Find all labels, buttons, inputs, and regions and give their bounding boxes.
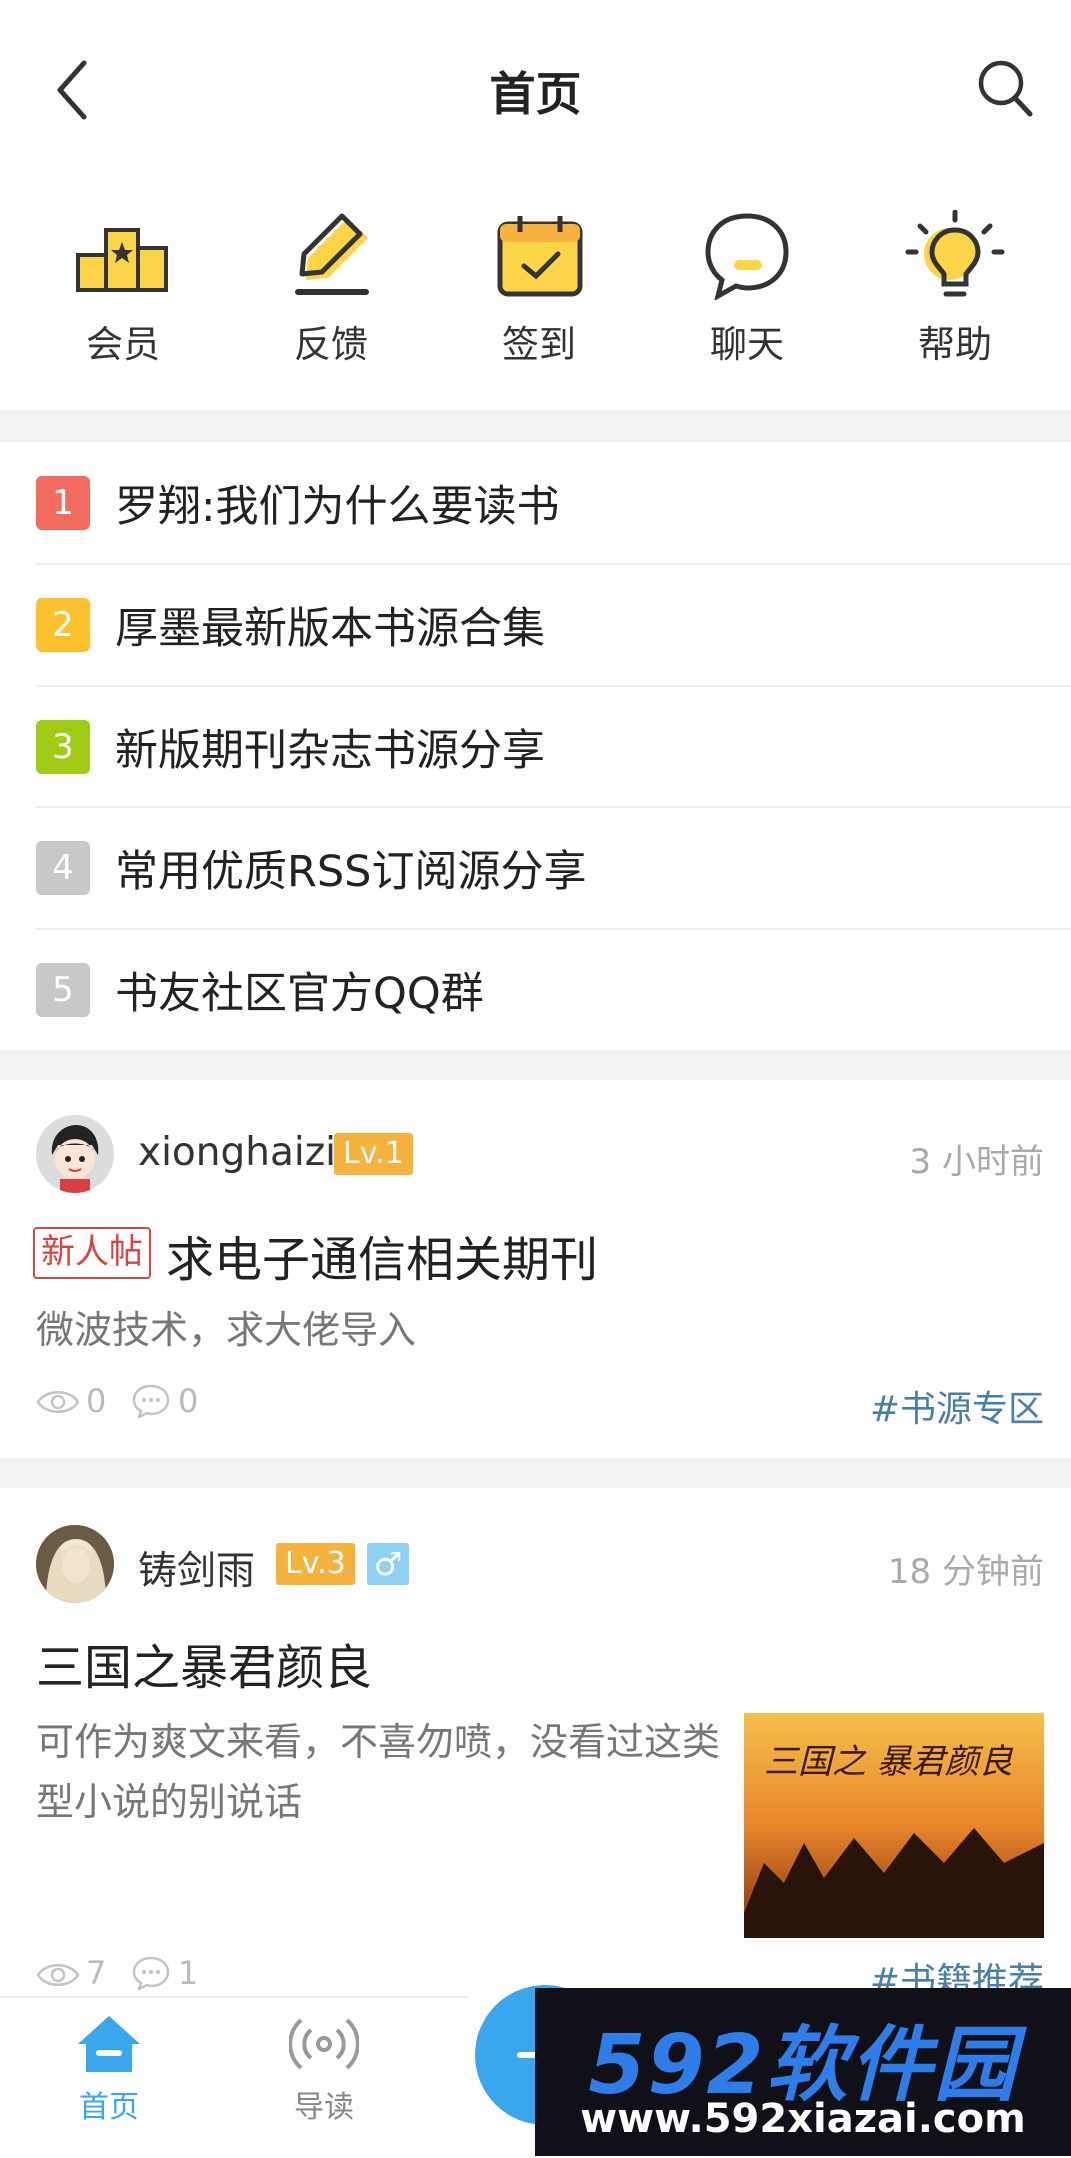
section-divider <box>0 410 1071 442</box>
level-badge: Lv.3 <box>276 1543 355 1585</box>
post-card[interactable]: 铸剑雨 Lv.3 ♂ 18 分钟前 三国之暴君颜良 可作为爽文来看，不喜勿喷，没… <box>0 1488 1071 2002</box>
broadcast-icon <box>288 2018 360 2070</box>
page-title: 首页 <box>489 67 582 121</box>
portrait-avatar-icon <box>36 1525 114 1603</box>
nav-guide[interactable]: 导读 <box>249 2012 399 2126</box>
quick-action-label: 反馈 <box>294 323 368 366</box>
username[interactable]: xionghaizi <box>138 1130 336 1175</box>
ranked-item-title: 新版期刊杂志书源分享 <box>115 726 545 776</box>
rank-badge-4: 4 <box>36 841 90 895</box>
eye-icon <box>36 1964 80 1986</box>
male-gender-icon: ♂ <box>367 1543 409 1585</box>
post-excerpt: 微波技术，求大佬导入 <box>36 1308 417 1352</box>
ranked-item-title: 厚墨最新版本书源合集 <box>115 604 545 654</box>
quick-action-feedback[interactable]: 反馈 <box>246 210 416 380</box>
comment-count: 0 <box>178 1382 199 1420</box>
quick-action-member[interactable]: 会员 <box>38 210 208 380</box>
ranked-item-title: 书友社区官方QQ群 <box>115 969 484 1019</box>
post-time: 18 分钟前 <box>887 1552 1044 1592</box>
ranked-item-5[interactable]: 5 书友社区官方QQ群 <box>0 929 1071 1050</box>
post-title[interactable]: 三国之暴君颜良 <box>36 1628 372 1698</box>
new-post-tag: 新人帖 <box>33 1227 151 1279</box>
nav-home[interactable]: 首页 <box>34 2012 184 2126</box>
quick-action-label: 会员 <box>86 323 160 366</box>
topic-link[interactable]: #书源专区 <box>740 1380 1044 1432</box>
post-title[interactable]: 求电子通信相关期刊 <box>166 1220 598 1290</box>
quick-action-chat[interactable]: 聊天 <box>662 210 832 380</box>
comment-icon <box>132 1384 170 1418</box>
view-count: 7 <box>86 1954 107 1992</box>
book-cover-title: 三国之 暴君颜良 <box>764 1742 1014 1782</box>
ranked-item-1[interactable]: 1 罗翔:我们为什么要读书 <box>0 442 1071 563</box>
ranked-item-2[interactable]: 2 厚墨最新版本书源合集 <box>0 564 1071 685</box>
ranked-item-title: 常用优质RSS订阅源分享 <box>115 847 587 897</box>
ranked-item-4[interactable]: 4 常用优质RSS订阅源分享 <box>0 807 1071 928</box>
book-cover-image: 三国之 暴君颜良 <box>744 1713 1044 1938</box>
comment-icon <box>132 1956 170 1990</box>
home-icon <box>78 2016 140 2072</box>
rank-badge-5: 5 <box>36 963 90 1017</box>
ranked-item-3[interactable]: 3 新版期刊杂志书源分享 <box>0 686 1071 807</box>
top-bar: 首页 <box>0 0 1071 180</box>
cartoon-avatar-icon <box>36 1115 114 1193</box>
nav-label: 首页 <box>79 2090 139 2125</box>
post-excerpt: 可作为爽文来看，不喜勿喷，没看过这类型小说的别说话 <box>36 1720 721 1824</box>
ranked-item-title: 罗翔:我们为什么要读书 <box>115 482 560 532</box>
book-cover-thumbnail[interactable]: 三国之 暴君颜良 <box>744 1713 1044 1938</box>
quick-action-label: 聊天 <box>710 323 784 366</box>
section-divider <box>0 1050 1071 1080</box>
chat-icon <box>705 213 789 300</box>
quick-action-label: 帮助 <box>918 323 992 366</box>
nav-label: 导读 <box>294 2090 354 2125</box>
post-time: 3 小时前 <box>909 1142 1044 1182</box>
calendar-check-icon <box>497 216 583 297</box>
watermark: 592软件园 www.592xiazai.com <box>535 1988 1071 2156</box>
eye-icon <box>36 1391 80 1413</box>
podium-icon <box>76 228 168 292</box>
quick-action-checkin[interactable]: 签到 <box>454 210 624 380</box>
lightbulb-icon <box>905 210 1005 297</box>
username[interactable]: 铸剑雨 <box>138 1540 255 1596</box>
edit-icon <box>295 213 369 295</box>
section-divider <box>0 1458 1071 1488</box>
post-card[interactable]: xionghaizi Lv.1 3 小时前 新人帖 求电子通信相关期刊 微波技术… <box>0 1080 1071 1458</box>
level-badge: Lv.1 <box>334 1133 413 1175</box>
avatar[interactable] <box>36 1115 114 1193</box>
rank-badge-2: 2 <box>36 598 90 652</box>
view-count: 0 <box>86 1382 107 1420</box>
rank-badge-3: 3 <box>36 720 90 774</box>
watermark-url: www.592xiazai.com <box>580 2096 1026 2142</box>
comment-count: 1 <box>178 1954 199 1992</box>
quick-action-label: 签到 <box>502 323 576 366</box>
search-icon[interactable] <box>975 56 1035 120</box>
quick-action-help[interactable]: 帮助 <box>870 210 1040 380</box>
rank-badge-1: 1 <box>36 476 90 530</box>
avatar[interactable] <box>36 1525 114 1603</box>
